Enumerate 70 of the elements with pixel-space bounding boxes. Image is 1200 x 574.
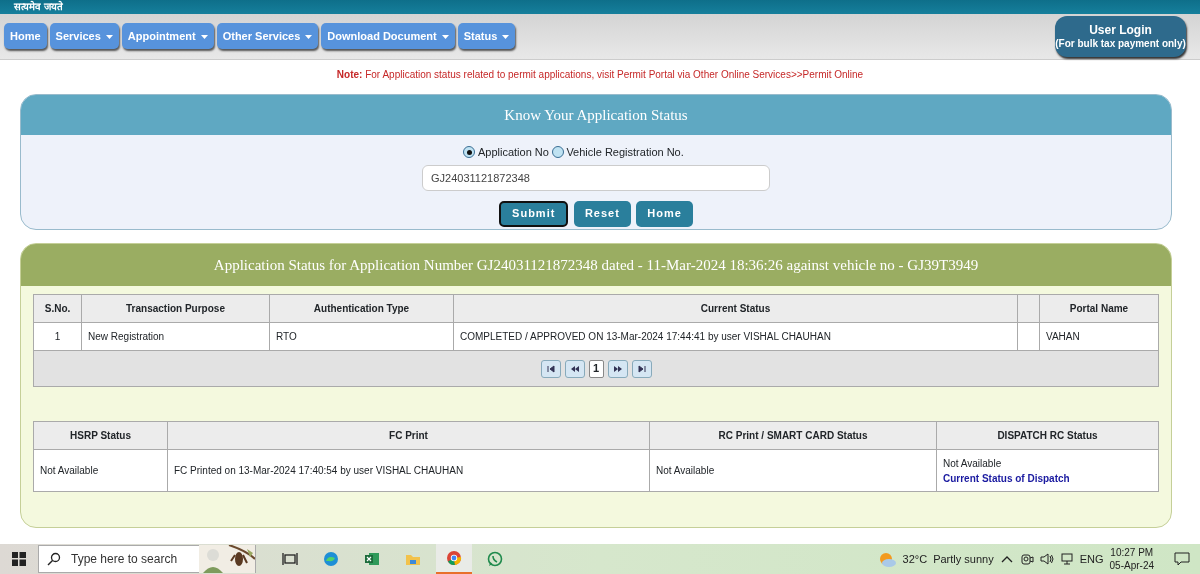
search-icon	[47, 552, 61, 566]
column-header: RC Print / SMART CARD Status	[718, 430, 868, 441]
dispatch-status-link[interactable]: Current Status of Dispatch	[943, 470, 1152, 486]
search-input[interactable]: Type here to search	[71, 550, 193, 568]
motto-text: सत्यमेव जयते	[14, 1, 63, 12]
column-header: Transaction Purpose	[126, 303, 225, 314]
column-header: Current Status	[700, 303, 771, 314]
nav-menu-button[interactable]: Appointment	[121, 23, 214, 49]
radio-button[interactable]	[551, 146, 564, 159]
table-cell: VAHAN	[1046, 331, 1080, 342]
next-page-button[interactable]	[607, 359, 628, 378]
page-number[interactable]: 1	[588, 359, 604, 378]
notification-icon[interactable]	[1174, 551, 1190, 567]
column-header: HSRP Status	[70, 430, 131, 441]
user-login-button[interactable]: User Login (For bulk tax payment only)	[1055, 16, 1186, 57]
column-header: S.No.	[44, 303, 71, 314]
table-cell: New Registration	[88, 331, 165, 342]
table-cell: Not Available	[40, 465, 99, 476]
radio-label: Application No	[477, 145, 549, 160]
taskbar-app-button[interactable]	[436, 544, 472, 574]
caret-icon	[200, 34, 208, 39]
form-button[interactable]: Submit	[499, 200, 569, 227]
table-cell: Not Available	[656, 465, 715, 476]
skip-end-icon	[636, 364, 647, 373]
fast-forward-icon	[612, 364, 623, 373]
task-view-icon	[282, 551, 298, 567]
nav-menu-button[interactable]: Services	[49, 23, 119, 49]
rewind-icon	[569, 364, 580, 373]
previous-page-button[interactable]	[564, 359, 585, 378]
chrome-icon	[446, 550, 462, 566]
table-cell: FC Printed on 13-Mar-2024 17:40:54 by user VISHAL CHAUHAN	[174, 465, 464, 476]
column-header: FC Print	[389, 430, 428, 441]
column-header: Portal Name	[1069, 303, 1129, 314]
language-indicator[interactable]: ENG	[1079, 550, 1104, 568]
note-text: Note: For Application status related to permit applications, visit Permit Portal via Other Online Services>>Permit Online	[336, 69, 864, 80]
form-button[interactable]: Reset	[573, 200, 631, 227]
caret-icon	[305, 34, 313, 39]
taskbar-search-bar[interactable]: Type here to search	[38, 545, 256, 573]
network-icon[interactable]	[1059, 552, 1074, 566]
panel-title: Know Your Application Status	[21, 95, 1171, 135]
caret-icon	[441, 34, 449, 39]
browser-icon	[323, 551, 339, 567]
table-cell: RTO	[276, 331, 297, 342]
table-cell: COMPLETED / APPROVED ON 13-Mar-2024 17:44:41 by user VISHAL CHAUHAN	[460, 331, 831, 342]
temperature-text[interactable]: 32°C	[902, 550, 928, 568]
nav-menu-button[interactable]: Download Document	[321, 23, 455, 49]
column-header: Authentication Type	[313, 303, 410, 314]
radio-label: Vehicle Registration No.	[566, 145, 684, 160]
windows-logo-icon[interactable]	[12, 552, 26, 566]
camera-icon[interactable]	[1019, 552, 1034, 566]
spreadsheet-icon	[364, 551, 380, 567]
chat-icon	[487, 551, 503, 567]
last-page-button[interactable]	[631, 359, 652, 378]
table-cell: 1	[54, 331, 61, 342]
panel-title: Application Status for Application Number GJ24031121872348 dated - 11-Mar-2024 18:36:26 against vehicle no - GJ39T3949	[21, 244, 1171, 286]
first-page-button[interactable]	[540, 359, 561, 378]
caret-icon	[502, 34, 510, 39]
skip-start-icon	[545, 364, 556, 373]
nav-menu-button[interactable]: Other Services	[216, 23, 319, 49]
form-button[interactable]: Home	[636, 200, 693, 227]
column-header: DISPATCH RC Status	[997, 430, 1098, 441]
table-cell-text: Not Available	[943, 456, 1003, 471]
nav-menu-button[interactable]: Status	[457, 23, 516, 49]
clock[interactable]: 10:27 PM 05-Apr-24	[1109, 546, 1154, 572]
radio-button[interactable]	[463, 146, 476, 159]
weather-text[interactable]: Partly sunny	[933, 550, 994, 568]
application-number-field[interactable]: GJ24031121872348	[422, 164, 770, 191]
caret-icon	[105, 34, 113, 39]
nav-menu-button[interactable]: Home	[4, 23, 47, 49]
speaker-icon[interactable]	[1039, 552, 1054, 566]
